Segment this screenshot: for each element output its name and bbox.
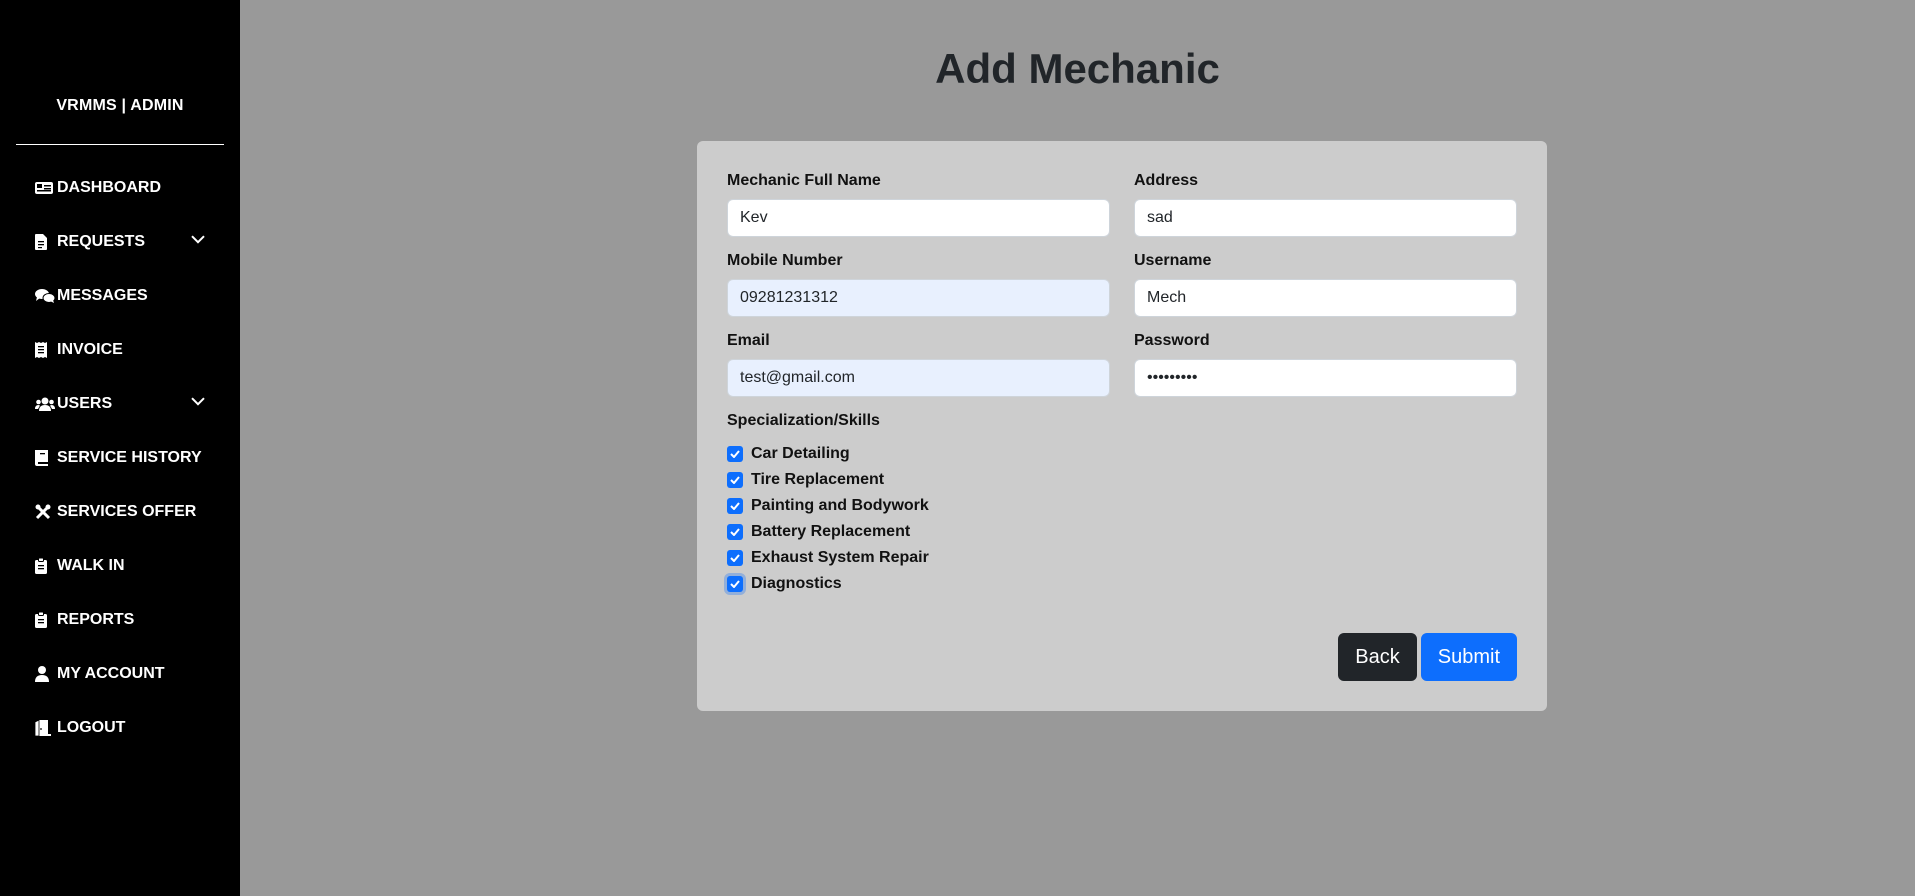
skill-checkbox[interactable] (727, 576, 743, 592)
sidebar-item-requests[interactable]: REQUESTS (0, 215, 240, 269)
skill-label: Battery Replacement (751, 523, 911, 540)
address-label: Address (1134, 172, 1199, 189)
chevron-down-icon[interactable] (191, 231, 205, 249)
skill-checkbox[interactable] (727, 524, 743, 540)
sidebar: VRMMS | ADMIN DASHBOARD REQUESTS MESSAGE… (0, 0, 240, 896)
back-button[interactable]: Back (1338, 633, 1417, 681)
check-icon (730, 554, 740, 562)
check-icon (730, 580, 740, 588)
address-input[interactable] (1134, 199, 1517, 237)
main-content: Add Mechanic Mechanic Full Name Address … (240, 0, 1915, 896)
skill-label: Car Detailing (751, 445, 850, 462)
username-input[interactable] (1134, 279, 1517, 317)
sidebar-item-label: REQUESTS (57, 233, 146, 250)
skill-label: Exhaust System Repair (751, 549, 929, 566)
sidebar-item-label: REPORTS (57, 611, 135, 628)
skill-label: Tire Replacement (751, 471, 885, 488)
tools-icon (35, 503, 55, 521)
receipt-icon (35, 341, 55, 359)
email-label: Email (727, 332, 770, 349)
check-icon (730, 502, 740, 510)
clipboard-icon (35, 557, 55, 575)
check-icon (730, 528, 740, 536)
dashboard-icon (35, 179, 55, 197)
mobile-label: Mobile Number (727, 252, 843, 269)
skill-label: Painting and Bodywork (751, 497, 929, 514)
skill-item: Battery Replacement (727, 519, 1517, 545)
skill-checkbox[interactable] (727, 446, 743, 462)
full-name-field-group: Mechanic Full Name (727, 171, 1110, 237)
sidebar-item-service-history[interactable]: SERVICE HISTORY (0, 431, 240, 485)
add-mechanic-form: Mechanic Full Name Address Mobile Number… (697, 141, 1547, 711)
skills-label: Specialization/Skills (727, 412, 880, 429)
sidebar-item-invoice[interactable]: INVOICE (0, 323, 240, 377)
sidebar-item-label: LOGOUT (57, 719, 126, 736)
door-icon (35, 719, 55, 737)
check-icon (730, 450, 740, 458)
password-field-group: Password (1134, 331, 1517, 397)
comments-icon (35, 287, 55, 305)
mobile-input[interactable] (727, 279, 1110, 317)
sidebar-item-reports[interactable]: REPORTS (0, 593, 240, 647)
sidebar-item-dashboard[interactable]: DASHBOARD (0, 161, 240, 215)
password-label: Password (1134, 332, 1210, 349)
skill-item: Painting and Bodywork (727, 493, 1517, 519)
password-input[interactable] (1134, 359, 1517, 397)
skill-item: Exhaust System Repair (727, 545, 1517, 571)
skill-item: Car Detailing (727, 441, 1517, 467)
book-icon (35, 449, 55, 467)
user-icon (35, 665, 55, 683)
sidebar-item-label: DASHBOARD (57, 179, 161, 196)
sidebar-item-services-offer[interactable]: SERVICES OFFER (0, 485, 240, 539)
sidebar-item-messages[interactable]: MESSAGES (0, 269, 240, 323)
file-icon (35, 233, 55, 251)
sidebar-item-label: SERVICES OFFER (57, 503, 197, 520)
brand-title: VRMMS | ADMIN (56, 97, 184, 114)
skill-item: Tire Replacement (727, 467, 1517, 493)
sidebar-item-label: INVOICE (57, 341, 123, 358)
username-field-group: Username (1134, 251, 1517, 317)
page-title: Add Mechanic (935, 45, 1220, 92)
sidebar-item-label: MESSAGES (57, 287, 148, 304)
username-label: Username (1134, 252, 1212, 269)
check-icon (730, 476, 740, 484)
sidebar-item-label: SERVICE HISTORY (57, 449, 202, 466)
skills-group: Specialization/Skills Car Detailing Tire… (727, 411, 1517, 597)
skill-checkbox[interactable] (727, 498, 743, 514)
sidebar-item-label: USERS (57, 395, 113, 412)
skill-item: Diagnostics (727, 571, 1517, 597)
skill-checkbox[interactable] (727, 550, 743, 566)
skill-label: Diagnostics (751, 575, 842, 592)
sidebar-item-label: MY ACCOUNT (57, 665, 165, 682)
full-name-input[interactable] (727, 199, 1110, 237)
form-grid: Mechanic Full Name Address Mobile Number… (727, 171, 1517, 397)
submit-button[interactable]: Submit (1420, 633, 1517, 681)
sidebar-item-walk-in[interactable]: WALK IN (0, 539, 240, 593)
sidebar-item-my-account[interactable]: MY ACCOUNT (0, 647, 240, 701)
chevron-down-icon[interactable] (191, 393, 205, 411)
sidebar-item-label: WALK IN (57, 557, 125, 574)
address-field-group: Address (1134, 171, 1517, 237)
mobile-field-group: Mobile Number (727, 251, 1110, 317)
users-icon (35, 395, 55, 413)
email-input[interactable] (727, 359, 1110, 397)
sidebar-item-logout[interactable]: LOGOUT (0, 701, 240, 755)
skill-checkbox[interactable] (727, 472, 743, 488)
sidebar-divider (16, 144, 224, 145)
clipboard-icon (35, 611, 55, 629)
sidebar-item-users[interactable]: USERS (0, 377, 240, 431)
full-name-label: Mechanic Full Name (727, 172, 881, 189)
sidebar-nav: DASHBOARD REQUESTS MESSAGES INVOICE USER… (0, 161, 240, 755)
email-field-group: Email (727, 331, 1110, 397)
form-actions: Back Submit (1338, 633, 1517, 681)
